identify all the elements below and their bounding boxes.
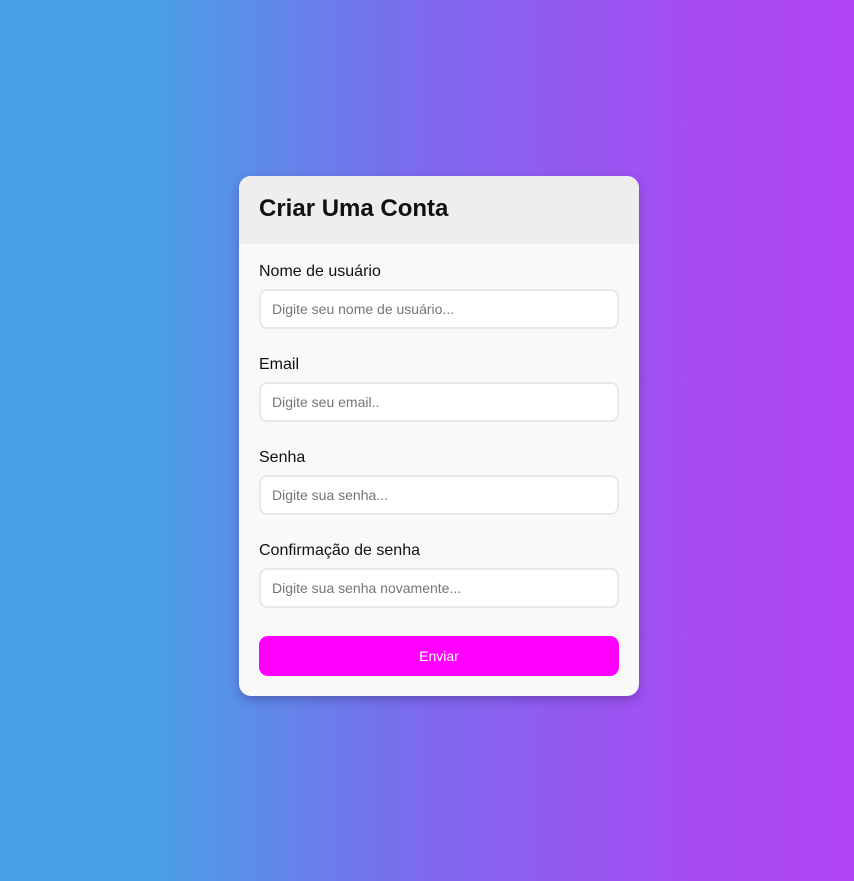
- password-field-group: Senha: [259, 448, 619, 515]
- password-input[interactable]: [259, 475, 619, 515]
- username-label: Nome de usuário: [259, 263, 381, 280]
- password-confirm-input[interactable]: [259, 568, 619, 608]
- password-confirm-field-group: Confirmação de senha: [259, 541, 619, 608]
- password-confirm-label: Confirmação de senha: [259, 542, 420, 559]
- email-field-group: Email: [259, 355, 619, 422]
- page-title: Criar Uma Conta: [259, 195, 449, 222]
- email-label: Email: [259, 356, 300, 373]
- password-label: Senha: [259, 449, 306, 466]
- email-input[interactable]: [259, 382, 619, 422]
- submit-button[interactable]: Enviar: [259, 636, 619, 676]
- card-header: Criar Uma Conta: [239, 176, 639, 244]
- username-input[interactable]: [259, 289, 619, 329]
- signup-card: Criar Uma Conta Nome de usuário Email Se…: [239, 176, 639, 696]
- username-field-group: Nome de usuário: [259, 262, 619, 329]
